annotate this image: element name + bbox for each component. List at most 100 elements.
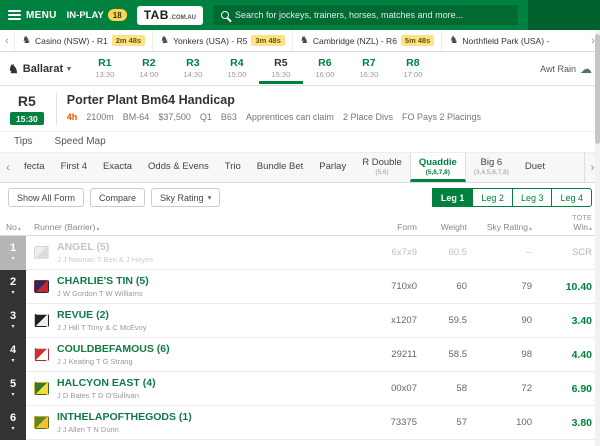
chevron-down-icon: ▾ <box>11 324 15 330</box>
sky-rating-dropdown[interactable]: Sky Rating ▾ <box>151 188 221 207</box>
win-odds-button[interactable]: 10.40 <box>532 281 592 293</box>
compare-button[interactable]: Compare <box>90 188 146 207</box>
bet-type-tab[interactable]: Odds & Evens <box>140 153 217 182</box>
runner-number-expander[interactable]: 4 ▾ <box>0 337 26 372</box>
win-odds-button[interactable]: 3.40 <box>532 315 592 327</box>
runner-number: 5 <box>9 378 17 390</box>
bet-type-tab[interactable]: Exacta <box>95 153 140 182</box>
bet-type-tab[interactable]: Parlay <box>311 153 354 182</box>
leg-button[interactable]: Leg 4 <box>551 188 592 207</box>
race-tab[interactable]: R7 16:30 <box>347 53 391 84</box>
runner-number-expander[interactable]: 1 ▾ <box>0 236 26 270</box>
race-start-time: 15:00 <box>227 70 247 79</box>
win-odds-button[interactable]: 6.90 <box>532 383 592 395</box>
runner-number-expander[interactable]: 3 ▾ <box>0 303 26 338</box>
bet-type-tab[interactable]: Quaddie (5,6,7,8) <box>409 153 466 182</box>
horse-icon: ♞ <box>22 35 31 46</box>
race-start-time: 16:30 <box>359 70 379 79</box>
runner-name[interactable]: HALCYON EAST (4) <box>57 377 362 389</box>
search-input[interactable] <box>234 10 510 20</box>
bet-type-label: Odds & Evens <box>148 160 209 172</box>
in-play-button[interactable]: IN-PLAY 18 <box>67 9 127 21</box>
runner-info: CHARLIE'S TIN (5) J W Gordon T W William… <box>57 275 362 298</box>
runner-name[interactable]: REVUE (2) <box>57 309 362 321</box>
race-tab[interactable]: R4 15:00 <box>215 53 259 84</box>
view-tab[interactable]: Tips <box>14 136 33 147</box>
runner-name[interactable]: INTHELAPOFTHEGODS (1) <box>57 411 362 423</box>
runner-row: 1 ▾ ANGEL (5) J J Noonan T Ben & J Hayes… <box>0 236 600 270</box>
horse-icon: ♞ <box>160 35 170 46</box>
win-odds-button[interactable]: 3.80 <box>532 417 592 429</box>
menu-button[interactable]: MENU <box>8 10 57 21</box>
bet-type-tab[interactable]: First 4 <box>53 153 95 182</box>
runner-row: 3 ▾ REVUE (2) J J Hill T Tony & C McEvoy… <box>0 303 600 338</box>
jockey-silk-icon <box>34 348 49 361</box>
next-to-go-race-item[interactable]: ♞ Cambridge (NZL) - R6 5m 48s <box>291 30 441 51</box>
form-value: 6x7x9 <box>391 247 417 258</box>
leg-button[interactable]: Leg 3 <box>511 188 553 207</box>
runner-number-expander[interactable]: 2 ▾ <box>0 269 26 304</box>
runner-number: 2 <box>9 276 17 288</box>
scrollbar-thumb[interactable] <box>595 34 600 144</box>
race-tab[interactable]: R5 15:30 <box>258 53 303 84</box>
race-tab[interactable]: R3 14:30 <box>171 53 215 84</box>
jockey-silk-icon <box>34 416 49 429</box>
race-tab[interactable]: R6 16:00 <box>303 53 347 84</box>
in-play-label: IN-PLAY <box>66 9 104 21</box>
chevron-left-icon[interactable]: ‹ <box>0 153 16 182</box>
next-to-go-race-item[interactable]: ♞ Yonkers (USA) - R5 3m 48s <box>152 30 292 51</box>
race-meta-item: 2 Place Divs <box>342 112 393 122</box>
bet-type-tab[interactable]: Big 6 (3,4,5,6,7,8) <box>466 153 517 182</box>
bet-type-tab[interactable]: R Double (5,6) <box>354 153 410 182</box>
top-header-bar: MENU IN-PLAY 18 TAB .COM.AU <box>0 0 600 30</box>
bet-type-tab[interactable]: Duet <box>517 153 553 182</box>
race-tab[interactable]: R1 13:30 <box>83 53 127 84</box>
bet-type-tab-bar: ‹ fecta First 4 Exacta Odds & Evens Trio… <box>0 153 600 183</box>
page: MENU IN-PLAY 18 TAB .COM.AU ‹ ♞ Casino (… <box>0 0 600 446</box>
sky-rating-value: 98 <box>521 349 532 360</box>
next-to-go-bar: ‹ ♞ Casino (NSW) - R1 2m 48s ♞ Yonkers (… <box>0 30 600 52</box>
runner-info: HALCYON EAST (4) J D Bates T D O'Sulliva… <box>57 377 362 400</box>
race-countdown: 4h <box>66 112 78 122</box>
bet-type-tab[interactable]: fecta <box>16 153 53 182</box>
bet-type-tab[interactable]: Trio <box>217 153 249 182</box>
column-header-win[interactable]: TOTE Win▴ <box>532 215 592 232</box>
runner-number: 1 <box>9 242 17 254</box>
race-tab[interactable]: R2 14:00 <box>127 53 171 84</box>
runner-number: 6 <box>9 412 17 424</box>
column-header-no[interactable]: No▴ <box>0 222 34 232</box>
runner-name[interactable]: COULDBEFAMOUS (6) <box>57 343 362 355</box>
runner-number-expander[interactable]: 6 ▾ <box>0 405 26 440</box>
runner-row: 6 ▾ INTHELAPOFTHEGODS (1) J J Allen T N … <box>0 405 600 440</box>
bet-type-tab[interactable]: Bundle Bet <box>249 153 311 182</box>
bet-type-label: Bundle Bet <box>256 160 304 172</box>
next-to-go-list: ♞ Casino (NSW) - R1 2m 48s ♞ Yonkers (US… <box>14 30 586 51</box>
show-all-form-button[interactable]: Show All Form <box>8 188 85 207</box>
leg-button[interactable]: Leg 1 <box>431 188 474 207</box>
next-to-go-race-item[interactable]: ♞ Northfield Park (USA) - <box>441 30 556 51</box>
leg-button[interactable]: Leg 2 <box>472 188 513 207</box>
runner-name[interactable]: ANGEL (5) <box>57 241 362 253</box>
column-header-runner[interactable]: Runner (Barrier)▴ <box>34 222 362 232</box>
race-meta-item: B63 <box>220 112 237 122</box>
hamburger-icon <box>8 10 21 20</box>
runner-name[interactable]: CHARLIE'S TIN (5) <box>57 275 362 287</box>
next-to-go-race-item[interactable]: ♞ Casino (NSW) - R1 2m 48s <box>14 30 152 51</box>
chevron-left-icon[interactable]: ‹ <box>0 35 14 47</box>
sky-rating-header-label: Sky Rating <box>486 222 528 232</box>
runner-number-expander[interactable]: 5 ▾ <box>0 371 26 406</box>
win-odds-button[interactable]: 4.40 <box>532 349 592 361</box>
venue-selector[interactable]: ♞ Ballarat ▾ <box>8 62 71 76</box>
sky-rating-value: -- <box>525 247 532 258</box>
race-tab[interactable]: R8 17:00 <box>391 53 435 84</box>
tab-logo[interactable]: TAB .COM.AU <box>136 5 203 25</box>
race-id-block: R5 15:30 <box>10 93 57 125</box>
runner-row: 5 ▾ HALCYON EAST (4) J D Bates T D O'Sul… <box>0 371 600 406</box>
race-number: R1 <box>98 57 112 69</box>
race-meta-item: 2100m <box>86 112 114 122</box>
win-odds-button[interactable]: SCR <box>532 247 592 258</box>
sort-icon: ▴ <box>17 226 21 232</box>
view-tab[interactable]: Speed Map <box>55 136 106 147</box>
horse-icon: ♞ <box>449 35 459 46</box>
column-header-sky-rating[interactable]: Sky Rating▴ <box>467 222 532 232</box>
